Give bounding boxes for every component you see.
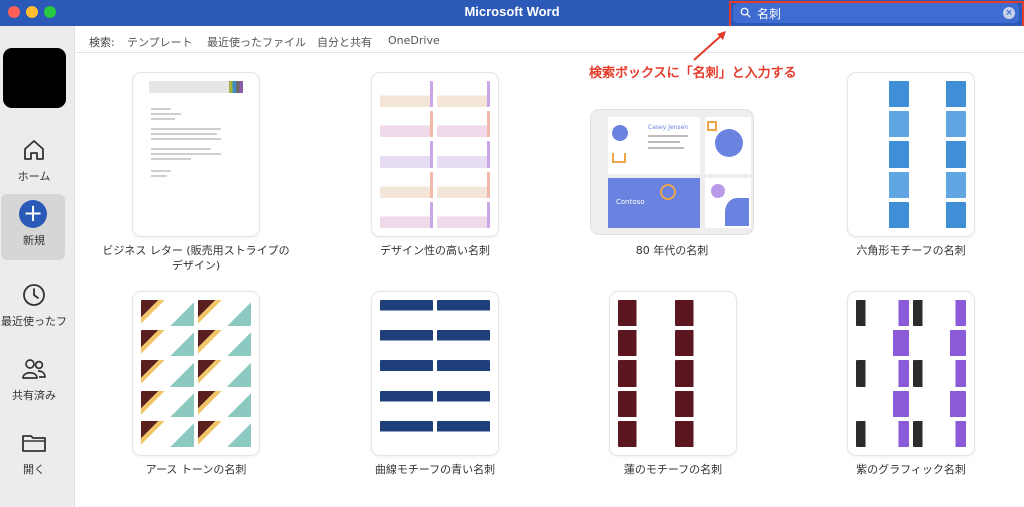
sidebar-item-label: 最近使ったファ (1, 315, 67, 328)
template-label: 蓮のモチーフの名刺 (623, 463, 723, 476)
annotation-arrow-icon (693, 31, 726, 61)
template-card-80s[interactable]: Casey Jensen Contoso (591, 110, 753, 234)
sidebar-item-open[interactable]: 開く (0, 423, 68, 489)
sidebar: ホーム + 新規 最近使ったファ 共有済み 開く (0, 26, 75, 507)
plus-icon: + (19, 200, 47, 228)
account-avatar[interactable] (3, 48, 66, 108)
home-icon (24, 140, 44, 160)
filter-label: 検索: (89, 36, 115, 49)
people-icon (22, 359, 46, 379)
template-card-blue-curve[interactable] (372, 292, 498, 455)
card-sheet-grid (856, 300, 966, 447)
template-card-business-letter[interactable] (133, 73, 259, 236)
search-highlight-box (729, 1, 1024, 28)
sidebar-item-shared[interactable]: 共有済み (0, 349, 68, 415)
card-back-circles (705, 117, 751, 174)
sidebar-item-label: ホーム (17, 170, 51, 183)
filter-templates[interactable]: テンプレート (127, 34, 193, 50)
search-filter-bar: 検索: テンプレート 最近使ったファイル 自分と共有 OneDrive (76, 26, 1024, 53)
sidebar-item-recent[interactable]: 最近使ったファ (0, 275, 68, 341)
template-label: 80 年代の名刺 (635, 244, 709, 257)
filter-onedrive[interactable]: OneDrive (388, 34, 440, 47)
template-label: ビジネス レター (販売用ストライプのデザイン) (102, 244, 290, 272)
card-brand-text: Contoso (616, 198, 645, 206)
sidebar-item-label: 開く (23, 463, 45, 476)
template-card-designed[interactable] (372, 73, 498, 236)
card-sheet-grid (618, 300, 728, 447)
card-sheet-grid (856, 81, 966, 228)
template-label: デザイン性の高い名刺 (380, 244, 490, 257)
card-sheet-grid (380, 81, 490, 228)
folder-icon (22, 435, 46, 452)
template-label: 紫のグラフィック名刺 (856, 463, 966, 476)
card-sheet-grid (141, 300, 251, 447)
template-label: 曲線モチーフの青い名刺 (374, 463, 496, 476)
template-label: 六角形モチーフの名刺 (856, 244, 966, 257)
sidebar-item-home[interactable]: ホーム (0, 130, 68, 196)
letter-body-lines (151, 105, 221, 180)
card-person-name: Casey Jensen (648, 124, 689, 131)
filter-recent-files[interactable]: 最近使ったファイル (207, 34, 306, 50)
letter-stripe-decoration (229, 81, 243, 93)
card-back-purple (705, 178, 751, 228)
clock-icon (23, 284, 45, 306)
card-front-white: Casey Jensen (608, 117, 700, 174)
sidebar-item-new[interactable]: + 新規 (1, 194, 65, 260)
filter-shared-with-me[interactable]: 自分と共有 (317, 34, 372, 50)
template-label: アース トーンの名刺 (145, 463, 247, 476)
annotation-text: 検索ボックスに「名刺」と入力する (589, 66, 797, 81)
sidebar-item-label: 新規 (23, 234, 45, 247)
sidebar-item-label: 共有済み (12, 389, 56, 402)
template-card-earth-tone[interactable] (133, 292, 259, 455)
template-card-hexagon[interactable] (848, 73, 974, 236)
card-blue-back: Contoso (608, 178, 700, 228)
template-card-lotus[interactable] (610, 292, 736, 455)
card-sheet-grid (380, 300, 490, 447)
template-card-purple-graphic[interactable] (848, 292, 974, 455)
